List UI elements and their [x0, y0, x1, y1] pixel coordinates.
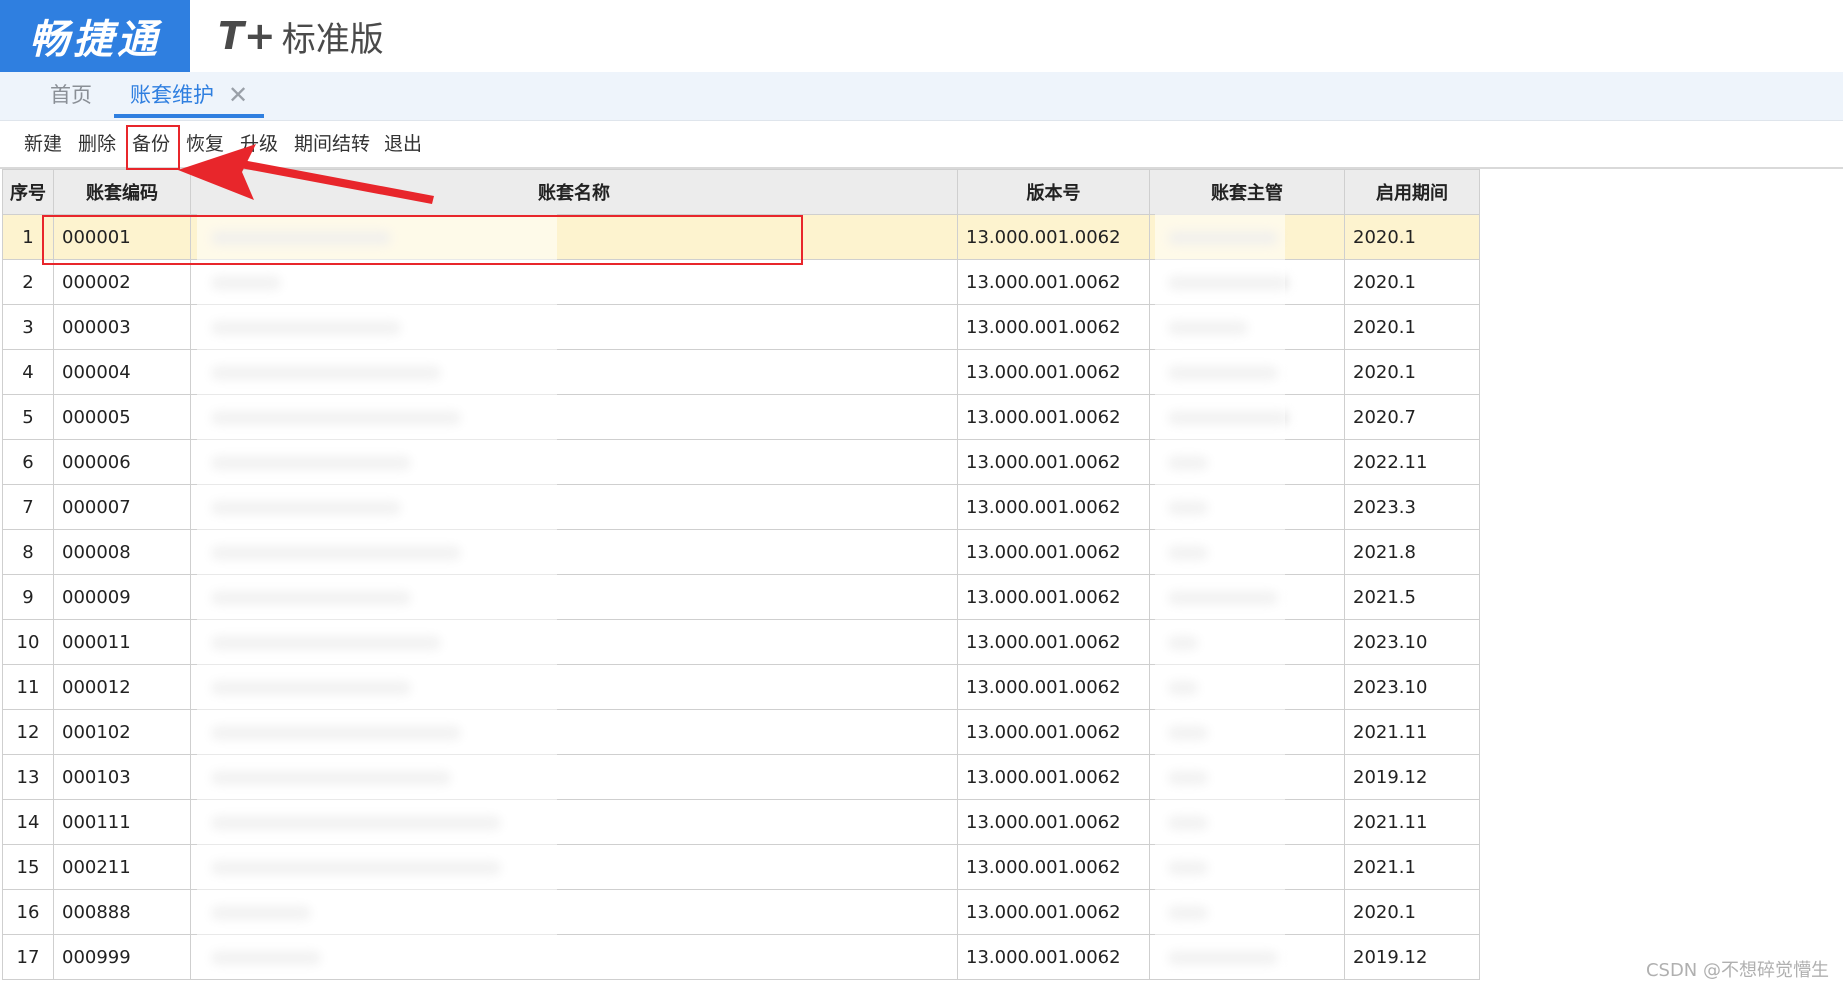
cell-version: 13.000.001.0062: [957, 619, 1150, 665]
cell-code: 000011: [53, 619, 191, 665]
cell-code: 000103: [53, 754, 191, 800]
cell-code: 000006: [53, 439, 191, 485]
cell-start-period: 2020.1: [1344, 304, 1480, 350]
cell-version: 13.000.001.0062: [957, 394, 1150, 440]
cell-code: 000111: [53, 799, 191, 845]
column-header-manager[interactable]: 账套主管: [1149, 169, 1345, 215]
cell-version: 13.000.001.0062: [957, 754, 1150, 800]
new-button[interactable]: 新建: [24, 121, 62, 167]
cell-start-period: 2020.7: [1344, 394, 1480, 440]
brand-logo: 畅捷通: [0, 0, 190, 72]
cell-index: 10: [2, 619, 54, 665]
cell-index: 14: [2, 799, 54, 845]
cell-version: 13.000.001.0062: [957, 709, 1150, 755]
cell-index: 8: [2, 529, 54, 575]
app-header: 畅捷通 T+ 标准版: [0, 0, 1843, 73]
cell-index: 17: [2, 934, 54, 980]
cell-start-period: 2023.10: [1344, 619, 1480, 665]
cell-start-period: 2021.11: [1344, 709, 1480, 755]
product-mark: T+: [218, 14, 276, 58]
cell-code: 000003: [53, 304, 191, 350]
cell-start-period: 2020.1: [1344, 889, 1480, 935]
cell-index: 16: [2, 889, 54, 935]
cell-start-period: 2023.10: [1344, 664, 1480, 710]
cell-code: 000007: [53, 484, 191, 530]
tab-home[interactable]: 首页: [50, 72, 92, 118]
cell-start-period: 2020.1: [1344, 214, 1480, 260]
cell-version: 13.000.001.0062: [957, 529, 1150, 575]
cell-version: 13.000.001.0062: [957, 214, 1150, 260]
delete-button[interactable]: 删除: [78, 121, 116, 167]
cell-code: 000211: [53, 844, 191, 890]
cell-start-period: 2019.12: [1344, 754, 1480, 800]
cell-version: 13.000.001.0062: [957, 664, 1150, 710]
product-edition: 标准版: [281, 19, 384, 60]
cell-version: 13.000.001.0062: [957, 439, 1150, 485]
cell-code: 000008: [53, 529, 191, 575]
cell-index: 6: [2, 439, 54, 485]
column-header-version[interactable]: 版本号: [957, 169, 1150, 215]
cell-index: 9: [2, 574, 54, 620]
cell-version: 13.000.001.0062: [957, 484, 1150, 530]
annotation-arrow-icon: [178, 144, 434, 204]
cell-index: 13: [2, 754, 54, 800]
cell-version: 13.000.001.0062: [957, 574, 1150, 620]
selected-row-highlight-box: [42, 215, 803, 265]
cell-start-period: 2020.1: [1344, 259, 1480, 305]
cell-code: 000888: [53, 889, 191, 935]
cell-start-period: 2019.12: [1344, 934, 1480, 980]
tab-bar: 首页 账套维护 ✕: [0, 72, 1843, 121]
cell-version: 13.000.001.0062: [957, 304, 1150, 350]
cell-version: 13.000.001.0062: [957, 844, 1150, 890]
cell-version: 13.000.001.0062: [957, 934, 1150, 980]
column-header-start-period[interactable]: 启用期间: [1344, 169, 1480, 215]
cell-version: 13.000.001.0062: [957, 349, 1150, 395]
cell-code: 000004: [53, 349, 191, 395]
cell-start-period: 2021.8: [1344, 529, 1480, 575]
redacted-manager-column: [1155, 214, 1285, 976]
cell-start-period: 2021.5: [1344, 574, 1480, 620]
cell-index: 7: [2, 484, 54, 530]
cell-index: 15: [2, 844, 54, 890]
cell-start-period: 2023.3: [1344, 484, 1480, 530]
cell-version: 13.000.001.0062: [957, 799, 1150, 845]
cell-code: 000102: [53, 709, 191, 755]
cell-index: 12: [2, 709, 54, 755]
cell-index: 2: [2, 259, 54, 305]
redacted-name-column: [197, 214, 557, 976]
cell-start-period: 2021.1: [1344, 844, 1480, 890]
cell-version: 13.000.001.0062: [957, 259, 1150, 305]
cell-code: 000002: [53, 259, 191, 305]
watermark: CSDN @不想碎觉懵生: [1645, 960, 1829, 981]
cell-index: 4: [2, 349, 54, 395]
cell-index: 3: [2, 304, 54, 350]
column-header-index[interactable]: 序号: [2, 169, 54, 215]
tab-account-maintenance-label: 账套维护: [130, 83, 214, 107]
cell-code: 000005: [53, 394, 191, 440]
product-title: T+ 标准版: [218, 12, 384, 60]
cell-code: 000999: [53, 934, 191, 980]
cell-start-period: 2021.11: [1344, 799, 1480, 845]
cell-index: 5: [2, 394, 54, 440]
cell-code: 000012: [53, 664, 191, 710]
brand-logo-text: 畅捷通: [29, 17, 161, 63]
cell-version: 13.000.001.0062: [957, 889, 1150, 935]
close-icon[interactable]: ✕: [228, 72, 248, 118]
cell-index: 11: [2, 664, 54, 710]
cell-start-period: 2020.1: [1344, 349, 1480, 395]
cell-code: 000009: [53, 574, 191, 620]
cell-start-period: 2022.11: [1344, 439, 1480, 485]
